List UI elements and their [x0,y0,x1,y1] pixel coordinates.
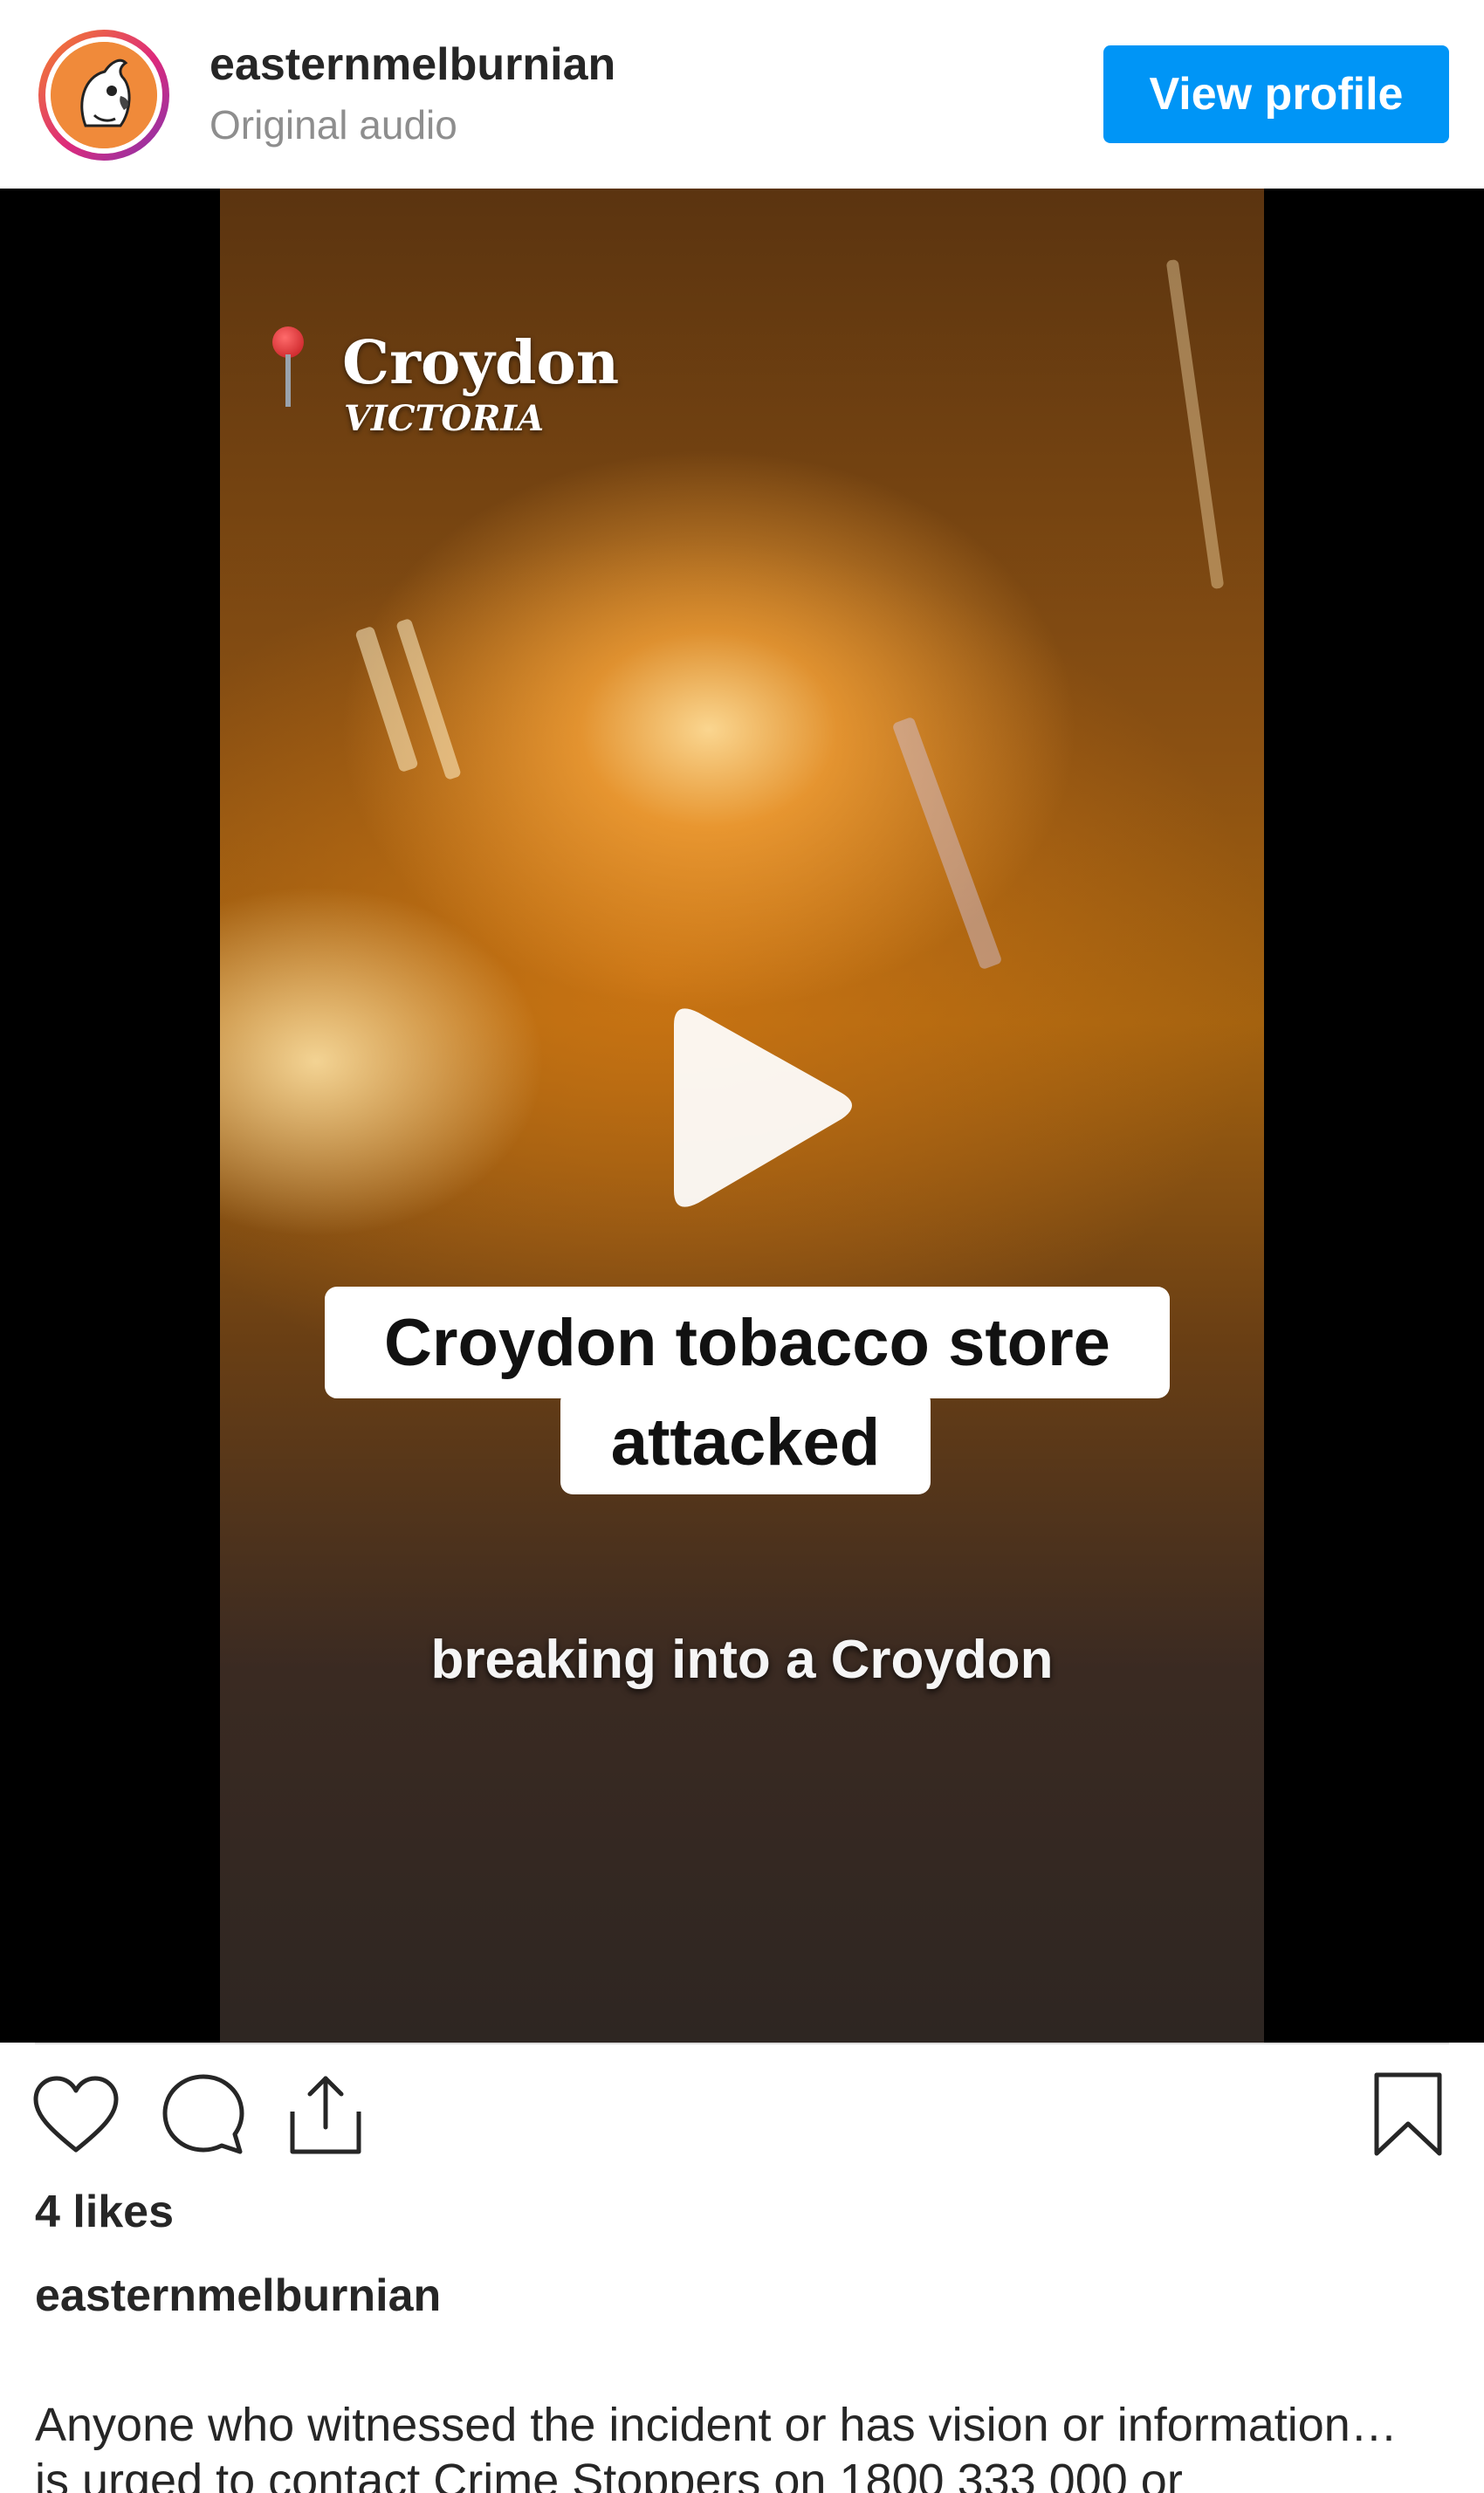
video-player[interactable]: Croydon VICTORIA Croydon tobacco store a… [0,189,1484,2043]
avatar[interactable] [38,30,169,161]
view-profile-button[interactable]: View profile [1103,45,1449,143]
caption-username[interactable]: easternmelburnian [35,2270,441,2322]
likes-count[interactable]: 4 likes [35,2186,174,2238]
location-city: Croydon [342,328,620,398]
bookmark-icon[interactable] [1360,2067,1456,2163]
location-state: VICTORIA [344,398,545,439]
location-pin-icon [272,326,304,358]
caption-text-continued: is urged to contact Crime Stoppers on 18… [35,2455,1183,2493]
header-username[interactable]: easternmelburnian [210,38,615,91]
audio-label[interactable]: Original audio [210,101,457,148]
comment-icon[interactable] [155,2067,251,2163]
location-pin-stick [285,354,291,407]
share-icon[interactable] [278,2067,374,2163]
heart-icon[interactable] [28,2067,124,2163]
cockatoo-logo-icon [51,42,157,148]
video-title-line1: Croydon tobacco store [325,1287,1170,1398]
video-subtitle: breaking into a Croydon [430,1630,1054,1690]
play-icon[interactable] [648,990,875,1226]
light-streak [1165,258,1225,590]
post-header: easternmelburnian Original audio View pr… [0,0,1484,189]
video-frame[interactable]: Croydon VICTORIA Croydon tobacco store a… [220,189,1264,2043]
caption-text: Anyone who witnessed the incident or has… [35,2399,1398,2451]
video-title-line2: attacked [560,1390,931,1494]
avatar-frame [45,37,162,154]
divider [35,2043,1449,2044]
light-streak [891,716,1003,971]
